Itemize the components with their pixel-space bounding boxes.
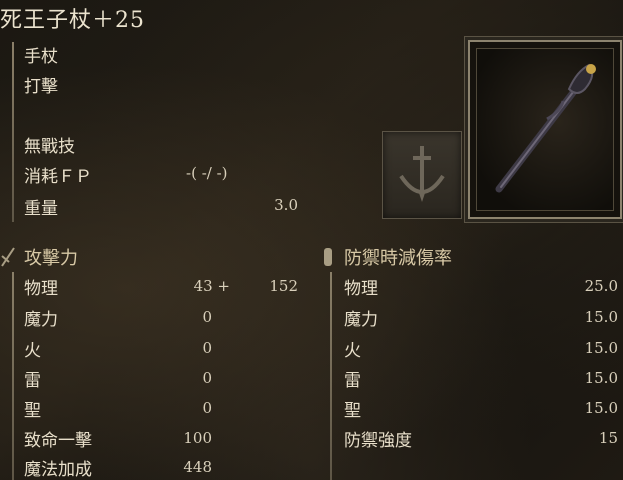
guard-value: 15.0: [584, 308, 618, 326]
guard-value: 15: [598, 429, 618, 447]
attack-header: 攻擊力: [24, 248, 78, 269]
staff-image: [495, 63, 596, 193]
attack-divider: [12, 272, 14, 480]
weight-label: 重量: [24, 199, 58, 219]
attack-label: 物理: [24, 279, 58, 299]
guard-label: 雷: [344, 371, 361, 391]
guard-label: 火: [344, 341, 361, 361]
guard-divider: [330, 272, 332, 480]
attack-label: 魔力: [24, 310, 58, 330]
guard-value: 25.0: [584, 277, 618, 295]
guard-label: 魔力: [344, 310, 378, 330]
attack-label: 魔法加成: [24, 460, 92, 480]
fp-value: -( -/ -): [186, 164, 228, 182]
sword-emblem-icon: [399, 146, 445, 202]
attack-label: 火: [24, 341, 41, 361]
guard-value: 15.0: [584, 369, 618, 387]
guard-value: 15.0: [584, 399, 618, 417]
upper-divider: [12, 42, 14, 222]
guard-value: 15.0: [584, 339, 618, 357]
guard-label: 防禦強度: [344, 431, 412, 451]
weight-value: 3.0: [274, 196, 298, 214]
guard-label: 物理: [344, 279, 378, 299]
weapon-category: 手杖: [24, 47, 58, 67]
attack-base: 0: [202, 399, 212, 417]
attack-base: 448: [183, 458, 212, 476]
skill-name: 無戰技: [24, 137, 75, 157]
guard-header: 防禦時減傷率: [344, 248, 452, 269]
attack-base: 0: [202, 369, 212, 387]
attack-label: 雷: [24, 371, 41, 391]
skill-slot: [382, 131, 462, 219]
attack-label: 聖: [24, 401, 41, 421]
sword-icon: [1, 247, 15, 267]
attack-base: 0: [202, 339, 212, 357]
shield-icon: [324, 248, 332, 266]
attack-base: 43 +: [193, 277, 230, 295]
guard-label: 聖: [344, 401, 361, 421]
weapon-image-frame: [468, 40, 622, 219]
fp-label: 消耗ＦＰ: [24, 167, 92, 187]
item-name: 死王子杖＋25: [0, 8, 145, 33]
attack-label: 致命一擊: [24, 431, 92, 451]
attack-type: 打擊: [24, 77, 58, 97]
attack-base: 0: [202, 308, 212, 326]
attack-bonus: 152: [269, 277, 298, 295]
attack-base: 100: [183, 429, 212, 447]
